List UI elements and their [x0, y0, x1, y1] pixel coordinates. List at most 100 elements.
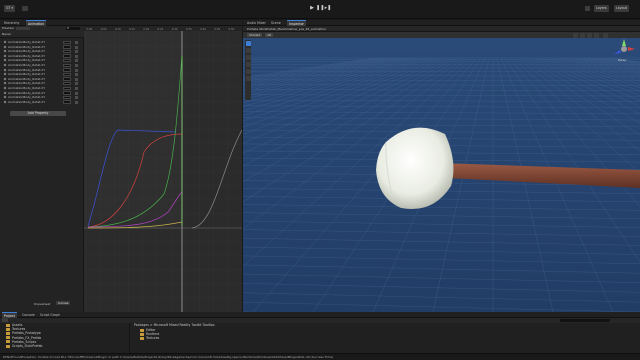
add-key-button[interactable] — [75, 100, 78, 104]
cloud-icon[interactable] — [22, 6, 28, 11]
scene-view[interactable]: Persp — [243, 38, 640, 312]
status-message[interactable]: DllNotFoundException: Unable to load DLL… — [3, 355, 333, 359]
property-value-field[interactable] — [63, 100, 71, 104]
property-value-field[interactable] — [63, 68, 71, 72]
property-value-field[interactable] — [63, 95, 71, 100]
play-icon[interactable]: ▶ — [308, 5, 316, 11]
time-label: 0:10 — [115, 27, 121, 31]
folder-tree: Assets Textures Prefabs_Prototype Prefab… — [0, 323, 130, 353]
rect-tool-icon[interactable] — [245, 69, 251, 74]
keyframe-diamond-icon — [3, 68, 7, 72]
add-key-button[interactable] — [75, 87, 78, 90]
time-label: 0:25 — [158, 27, 164, 31]
property-value-field[interactable] — [63, 72, 71, 77]
property-label: AnimationBody_Rotat.XY — [8, 86, 46, 90]
layers-dropdown[interactable]: Layers — [594, 5, 609, 12]
shading-mode-dropdown[interactable]: Shaded — [247, 32, 263, 38]
keyframe-diamond-icon — [3, 54, 7, 58]
add-key-button[interactable] — [75, 73, 78, 77]
list-item[interactable]: Textures — [140, 336, 159, 340]
add-icon[interactable] — [2, 318, 8, 322]
property-value-field[interactable] — [63, 77, 71, 81]
property-value-field[interactable] — [63, 91, 71, 95]
status-bar[interactable]: DllNotFoundException: Unable to load DLL… — [0, 353, 640, 360]
fx-icon[interactable] — [587, 32, 592, 38]
keyframe-diamond-icon — [3, 40, 7, 44]
time-label: 0:20 — [143, 27, 149, 31]
frame-field[interactable]: 0 — [66, 26, 80, 31]
step-icon[interactable]: ▸❚ — [324, 5, 332, 11]
scale-tool-icon[interactable] — [245, 62, 251, 67]
folder-icon — [6, 323, 10, 327]
curve-editor[interactable]: 0:00 0:05 0:10 0:15 0:20 0:25 0:30 0:35 0:40 0:45… — [84, 26, 242, 312]
add-key-button[interactable] — [75, 54, 78, 58]
add-key-button[interactable] — [75, 96, 78, 100]
search-icon[interactable] — [585, 6, 590, 11]
audio-icon[interactable] — [580, 32, 585, 38]
project-search-input[interactable] — [560, 318, 610, 323]
property-row[interactable]: AnimationBody_Rotat.XY — [3, 99, 80, 105]
property-value-field[interactable] — [63, 45, 71, 49]
add-property-button[interactable]: Add Property — [10, 111, 66, 116]
gizmos-icon[interactable] — [603, 32, 608, 38]
time-label: 0:45 — [214, 27, 220, 31]
property-label: AnimationBody_Rotat.XY — [8, 99, 46, 104]
camera-icon[interactable] — [594, 32, 599, 38]
property-label: AnimationBody_Rotat.XY — [8, 81, 46, 86]
top-toolbar: GT ▾ ▶ ❚❚ ▸❚ Layers Layout — [0, 0, 640, 19]
view-2d-toggle[interactable]: 2D — [265, 32, 274, 38]
property-label: AnimationBody_Rotat.XY — [8, 76, 46, 81]
property-value-field[interactable] — [63, 54, 71, 58]
add-key-button[interactable] — [75, 91, 78, 95]
folder-icon — [6, 327, 10, 331]
clip-selector[interactable]: Naval — [2, 32, 11, 37]
property-value-field[interactable] — [63, 86, 71, 90]
playback-controls[interactable] — [16, 27, 30, 31]
layout-dropdown[interactable]: Layout — [614, 5, 629, 12]
add-key-button[interactable] — [75, 50, 78, 54]
keyframe-diamond-icon — [3, 95, 7, 99]
property-label: AnimationBody_Rotat.XY — [8, 90, 46, 95]
hand-tool-icon[interactable] — [245, 41, 251, 46]
property-value-field[interactable] — [63, 49, 71, 54]
project-panel: Project Console Script Graph Assets Text… — [0, 312, 640, 353]
tab-dopesheet[interactable]: Dopesheet — [34, 302, 50, 306]
keyframe-diamond-icon — [3, 72, 7, 76]
keyframe-diamond-icon — [3, 49, 7, 53]
property-value-field[interactable] — [63, 58, 71, 63]
preview-label[interactable]: Preview — [2, 26, 14, 31]
light-icon[interactable] — [573, 32, 578, 38]
tab-curves[interactable]: Curves — [56, 301, 71, 305]
add-key-button[interactable] — [75, 68, 78, 72]
clip-range — [84, 31, 182, 229]
keyframe-diamond-icon — [3, 58, 7, 62]
tree-item[interactable]: Scripts_StickPrefab — [6, 344, 42, 348]
add-key-button[interactable] — [75, 64, 78, 67]
add-key-button[interactable] — [75, 77, 78, 81]
time-label: 0:30 — [172, 27, 178, 31]
keyframe-diamond-icon — [3, 86, 7, 90]
add-key-button[interactable] — [75, 45, 78, 49]
animation-window: Preview 0 Naval AnimationBody_Rotat.XY An… — [0, 26, 242, 312]
property-label: AnimationBody_Rotat.XY — [8, 40, 46, 44]
keyframe-diamond-icon — [3, 81, 7, 85]
curve-graph[interactable]: 0:00 0:05 0:10 0:15 0:20 0:25 0:30 0:35 0:40 0:45… — [84, 26, 242, 312]
add-key-button[interactable] — [75, 59, 78, 63]
folder-icon — [140, 328, 144, 332]
property-value-field[interactable] — [63, 63, 71, 67]
property-label: AnimationBody_Rotat.XY — [8, 53, 46, 58]
account-dropdown[interactable]: GT ▾ — [4, 5, 15, 12]
orientation-gizmo[interactable]: Persp — [611, 38, 637, 64]
add-key-button[interactable] — [75, 41, 78, 44]
rotate-tool-icon[interactable] — [245, 55, 251, 60]
folder-icon — [140, 332, 144, 336]
project-breadcrumb[interactable]: Packages > Microsoft Mixed Reality Toolk… — [134, 323, 215, 327]
property-value-field[interactable] — [63, 81, 71, 86]
add-key-button[interactable] — [75, 82, 78, 86]
property-label: AnimationBody_Rotat.XY — [8, 95, 46, 100]
move-tool-icon[interactable] — [245, 48, 251, 53]
pause-icon[interactable]: ❚❚ — [316, 5, 324, 11]
scene-canvas[interactable] — [243, 38, 640, 312]
property-value-field[interactable] — [63, 40, 71, 44]
transform-tool-icon[interactable] — [245, 76, 251, 81]
